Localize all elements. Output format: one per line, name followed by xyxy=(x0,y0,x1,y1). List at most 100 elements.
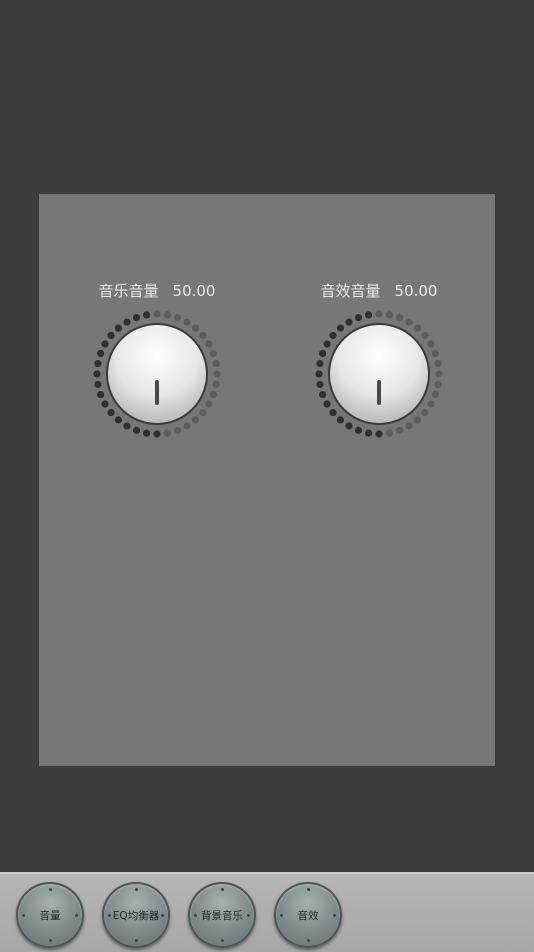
level-dot xyxy=(163,311,172,319)
screw-icon xyxy=(134,939,138,942)
screw-icon xyxy=(161,913,164,917)
screw-icon xyxy=(306,939,310,942)
level-dot xyxy=(375,430,383,438)
music-volume-knob[interactable] xyxy=(93,310,221,438)
screw-icon xyxy=(220,888,224,891)
level-dot xyxy=(329,331,337,340)
level-dot xyxy=(93,370,101,378)
tab-background-music-label: 背景音乐 xyxy=(201,909,243,922)
level-dot xyxy=(132,314,141,322)
level-dot xyxy=(163,429,172,437)
level-dot xyxy=(315,370,323,378)
knob-cap xyxy=(108,325,206,423)
level-dot xyxy=(336,416,345,424)
level-dot xyxy=(205,340,213,348)
screw-icon xyxy=(48,939,52,942)
level-dot xyxy=(413,416,422,424)
level-dot xyxy=(316,380,324,389)
level-dot xyxy=(209,390,217,399)
level-dot xyxy=(209,349,217,358)
level-dot xyxy=(97,349,105,358)
level-dot xyxy=(101,340,109,348)
knob-cap xyxy=(330,325,428,423)
level-dot xyxy=(405,318,413,326)
level-dot xyxy=(385,429,394,437)
screw-icon xyxy=(75,913,78,917)
level-dot xyxy=(97,390,105,399)
tab-sound-effects-label: 音效 xyxy=(297,909,319,922)
level-dot xyxy=(354,314,363,322)
level-dot xyxy=(114,324,123,332)
level-dot xyxy=(212,359,220,368)
level-dot xyxy=(205,400,213,408)
level-dot xyxy=(364,429,373,437)
screw-icon xyxy=(48,888,52,891)
level-dot xyxy=(94,359,102,368)
level-dot xyxy=(191,416,200,424)
level-dot xyxy=(142,311,151,319)
level-dot xyxy=(142,429,151,437)
effect-volume-knob[interactable] xyxy=(315,310,443,438)
level-dot xyxy=(323,400,331,408)
bottom-tab-bar: 音量 EQ均衡器 背景音乐 音效 xyxy=(0,872,534,952)
level-dot xyxy=(123,422,131,430)
screw-icon xyxy=(108,913,111,917)
level-dot xyxy=(434,380,442,389)
app-screen: { "knobs": [ { "label": "音乐音量", "value":… xyxy=(0,0,534,952)
music-volume-control: 音乐音量 50.00 xyxy=(87,280,227,450)
level-dot xyxy=(421,408,429,417)
level-dot xyxy=(107,331,115,340)
level-dot xyxy=(183,422,191,430)
screw-icon xyxy=(333,913,336,917)
level-dot xyxy=(153,310,161,318)
level-dot xyxy=(336,324,345,332)
level-dot xyxy=(435,370,443,378)
level-dot xyxy=(375,310,383,318)
level-dot xyxy=(101,400,109,408)
knob-pointer xyxy=(155,380,159,405)
level-dot xyxy=(107,408,115,417)
screw-icon xyxy=(280,913,283,917)
volume-panel: 音乐音量 50.00 音效音量 50.00 xyxy=(39,194,495,766)
level-dot xyxy=(413,324,422,332)
level-dot xyxy=(431,349,439,358)
level-dot xyxy=(191,324,200,332)
level-dot xyxy=(173,314,182,322)
level-dot xyxy=(364,311,373,319)
level-dot xyxy=(173,426,182,434)
level-dot xyxy=(345,422,353,430)
tab-volume[interactable]: 音量 xyxy=(16,882,84,948)
level-dot xyxy=(427,400,435,408)
screw-icon xyxy=(220,939,224,942)
level-dot xyxy=(421,331,429,340)
tab-volume-label: 音量 xyxy=(39,909,61,922)
level-dot xyxy=(153,430,161,438)
level-dot xyxy=(405,422,413,430)
screw-icon xyxy=(134,888,138,891)
tab-eq-label: EQ均衡器 xyxy=(112,909,160,922)
effect-volume-control: 音效音量 50.00 xyxy=(309,280,449,450)
tab-sound-effects[interactable]: 音效 xyxy=(274,882,342,948)
level-dot xyxy=(395,314,404,322)
screw-icon xyxy=(306,888,310,891)
level-dot xyxy=(434,359,442,368)
level-dot xyxy=(199,331,207,340)
level-dot xyxy=(329,408,337,417)
level-dot xyxy=(94,380,102,389)
tab-eq[interactable]: EQ均衡器 xyxy=(102,882,170,948)
level-dot xyxy=(323,340,331,348)
screw-icon xyxy=(22,913,25,917)
level-dot xyxy=(316,359,324,368)
level-dot xyxy=(132,426,141,434)
effect-volume-value: 50.00 xyxy=(394,282,438,300)
level-dot xyxy=(123,318,131,326)
level-dot xyxy=(354,426,363,434)
level-dot xyxy=(385,311,394,319)
effect-volume-label: 音效音量 xyxy=(320,282,381,300)
level-dot xyxy=(427,340,435,348)
level-dot xyxy=(395,426,404,434)
level-dot xyxy=(199,408,207,417)
tab-background-music[interactable]: 背景音乐 xyxy=(188,882,256,948)
level-dot xyxy=(213,370,221,378)
effect-volume-label-row: 音效音量 50.00 xyxy=(309,280,449,301)
